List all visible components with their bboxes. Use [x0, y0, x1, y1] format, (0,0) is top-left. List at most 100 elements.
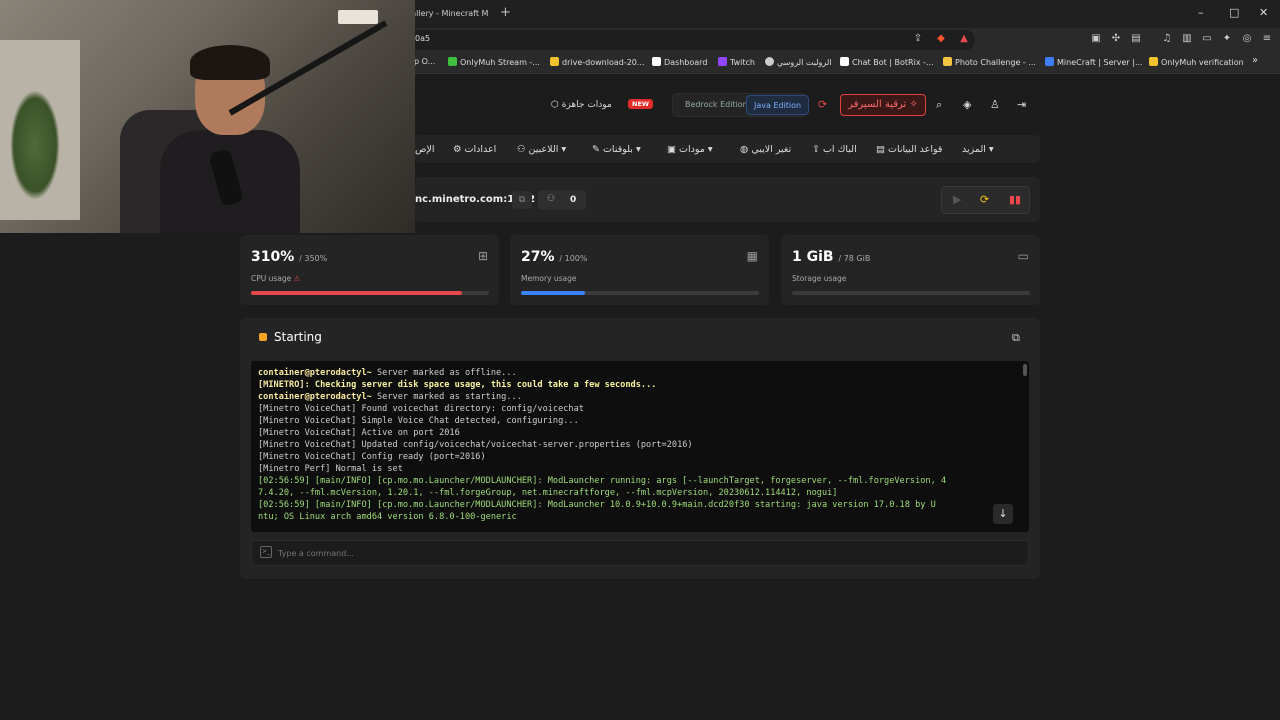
nav-item-more[interactable]: المزيد ▾ — [962, 144, 994, 155]
music-icon[interactable]: ♫ — [1161, 33, 1173, 45]
java-edition-button[interactable]: Java Edition — [746, 95, 810, 115]
layers-icon[interactable]: ◈ — [963, 93, 971, 117]
bookmark-item[interactable]: MineCraft | Server |... — [1045, 57, 1143, 67]
nav-item-change-ip[interactable]: ◍ تغير الايبي — [740, 144, 791, 155]
ready-mods-button[interactable]: ⬡ مودات جاهزة — [551, 93, 612, 117]
console-line: [MINETRO]: Checking server disk space us… — [258, 380, 656, 390]
refresh-icon[interactable]: ⟳ — [818, 93, 827, 117]
bookmark-item[interactable]: OnlyMuh verification — [1149, 57, 1244, 67]
browser-tab[interactable]: Gallery - Minecraft M — [405, 4, 495, 24]
box-icon: ⬡ — [551, 100, 562, 110]
bedrock-edition-button[interactable]: Bedrock Edition — [678, 95, 755, 115]
url-text[interactable]: 0a5 — [415, 34, 430, 43]
close-icon[interactable]: ✕ — [1259, 6, 1268, 19]
globe-icon — [765, 57, 774, 66]
restart-icon[interactable]: ⟳ — [980, 193, 989, 206]
wallet-icon[interactable]: ▭ — [1201, 33, 1213, 45]
nav-item-truncated[interactable]: الإص — [415, 144, 435, 155]
puzzle-icon[interactable]: ✣ — [1110, 33, 1122, 45]
extension-icon[interactable]: ▣ — [1090, 33, 1102, 45]
console-line: [Minetro Perf] Normal is set — [258, 464, 403, 474]
console-line: [Minetro VoiceChat] Active on port 2016 — [258, 428, 460, 438]
console-line: ntu; OS Linux arch amd64 version 6.8.0-1… — [258, 512, 517, 522]
console-line-text: [Minetro VoiceChat] Updated config/voice… — [258, 440, 693, 450]
bookmark-item[interactable]: Twitch — [718, 57, 755, 67]
webcam-hair — [190, 45, 270, 80]
package-icon: ▣ — [667, 144, 679, 155]
nav-item-backup[interactable]: ⇪ الباك اب — [812, 144, 857, 155]
scroll-down-icon[interactable]: ↓ — [993, 504, 1013, 524]
rewards-icon[interactable]: ▲ — [958, 33, 970, 45]
console-line-text: 7.4.20, --fml.mcVersion, 1.20.1, --fml.f… — [258, 488, 838, 498]
console-line-text: Checking server disk space usage, this c… — [309, 380, 657, 390]
webcam-plant — [10, 90, 60, 200]
start-icon[interactable]: ▶ — [953, 193, 961, 206]
sidebar-icon[interactable]: ▥ — [1181, 33, 1193, 45]
user-icon[interactable]: ♙ — [990, 93, 1000, 117]
server-navbar — [415, 135, 1040, 163]
console-line-text: [Minetro Perf] Normal is set — [258, 464, 403, 474]
more-bookmarks-icon[interactable]: » — [1252, 55, 1258, 66]
console-scrollbar[interactable] — [1023, 364, 1027, 376]
brave-shield-icon[interactable]: ◆ — [935, 33, 947, 45]
gear-icon: ⚙ — [453, 144, 465, 155]
console-line: container@pterodactyl~ Server marked as … — [258, 368, 517, 378]
bookmark-item[interactable]: Photo Challenge - ... — [943, 57, 1036, 67]
console-line: [Minetro VoiceChat] Found voicechat dire… — [258, 404, 584, 414]
cpu-value: 310% / 350% — [251, 249, 328, 265]
users-icon: ⚇ — [547, 194, 556, 204]
nav-item-databases[interactable]: ▤ قواعد البيانات — [876, 144, 942, 155]
console-line-text: [Minetro VoiceChat] Config ready (port=2… — [258, 452, 486, 462]
share-icon[interactable]: ⇪ — [912, 33, 924, 45]
bookmark-item[interactable]: p O... — [414, 57, 435, 66]
new-badge: NEW — [628, 99, 654, 109]
console-line-text: [Minetro VoiceChat] Active on port 2016 — [258, 428, 460, 438]
memory-fill — [521, 291, 586, 295]
popout-icon[interactable]: ⧉ — [1012, 331, 1020, 345]
verification-icon — [1149, 57, 1158, 66]
screenshot-icon[interactable]: ▤ — [1130, 33, 1142, 45]
bookmark-item[interactable]: OnlyMuh Stream -... — [448, 57, 540, 67]
users-icon: ⚇ — [517, 144, 529, 155]
nav-item-mods[interactable]: ▣ مودات ▾ — [667, 144, 713, 155]
nav-item-plugins[interactable]: ✎ بلوقنات ▾ — [592, 144, 641, 155]
onlymuh-icon — [448, 57, 457, 66]
url-field[interactable] — [405, 30, 975, 50]
cpu-card: 310% / 350% CPU usage ⚠ ⊞ — [240, 235, 499, 305]
minimize-icon[interactable]: – — [1198, 6, 1204, 19]
stop-icon[interactable]: ▮▮ — [1009, 193, 1021, 206]
chevron-down-icon: ▾ — [704, 144, 713, 155]
minecraft-icon — [1045, 57, 1054, 66]
plug-icon: ✎ — [592, 144, 603, 155]
database-icon: ▤ — [876, 144, 888, 155]
memory-card: 27% / 100% Memory usage ▦ — [510, 235, 769, 305]
console-line-prefix: container@pterodactyl~ — [258, 392, 372, 402]
storage-value: 1 GiB / 78 GiB — [792, 249, 871, 265]
upgrade-server-button[interactable]: ترقية السيرفر ✧ — [840, 94, 926, 116]
memory-value: 27% / 100% — [521, 249, 588, 265]
nav-item-players[interactable]: ⚇ اللاعبين ▾ — [517, 144, 566, 155]
cpu-progress — [251, 291, 489, 295]
bookmark-item[interactable]: drive-download-20... — [550, 57, 645, 67]
bookmark-item[interactable]: Chat Bot | BotRix -... — [840, 57, 934, 67]
bookmark-item[interactable]: الرولبت الروسي — [765, 57, 832, 67]
console-line: [02:56:59] [main/INFO] [cp.mo.mo.Launche… — [258, 500, 936, 510]
console-line-prefix: [MINETRO]: — [258, 380, 310, 390]
vpn-icon[interactable]: ◎ — [1241, 33, 1253, 45]
menu-icon[interactable]: ≡ — [1261, 33, 1273, 45]
new-tab-button[interactable]: + — [500, 5, 511, 20]
webcam-overlay — [0, 0, 415, 233]
logout-icon[interactable]: ⇥ — [1017, 93, 1026, 117]
console-line: [Minetro VoiceChat] Config ready (port=2… — [258, 452, 486, 462]
console-line-text: [02:56:59] [main/INFO] [cp.mo.mo.Launche… — [258, 500, 936, 510]
command-input[interactable] — [278, 545, 1018, 561]
copy-icon[interactable]: ⧉ — [512, 191, 532, 209]
leo-icon[interactable]: ✦ — [1221, 33, 1233, 45]
nav-item-settings[interactable]: ⚙ اعدادات — [453, 144, 496, 155]
chevron-down-icon: ▾ — [558, 144, 567, 155]
bookmark-item[interactable]: Dashboard — [652, 57, 707, 67]
dashboard-icon — [652, 57, 661, 66]
maximize-icon[interactable]: □ — [1229, 6, 1239, 19]
players-value: 0 — [570, 195, 577, 205]
search-icon[interactable]: ⌕ — [936, 93, 942, 117]
